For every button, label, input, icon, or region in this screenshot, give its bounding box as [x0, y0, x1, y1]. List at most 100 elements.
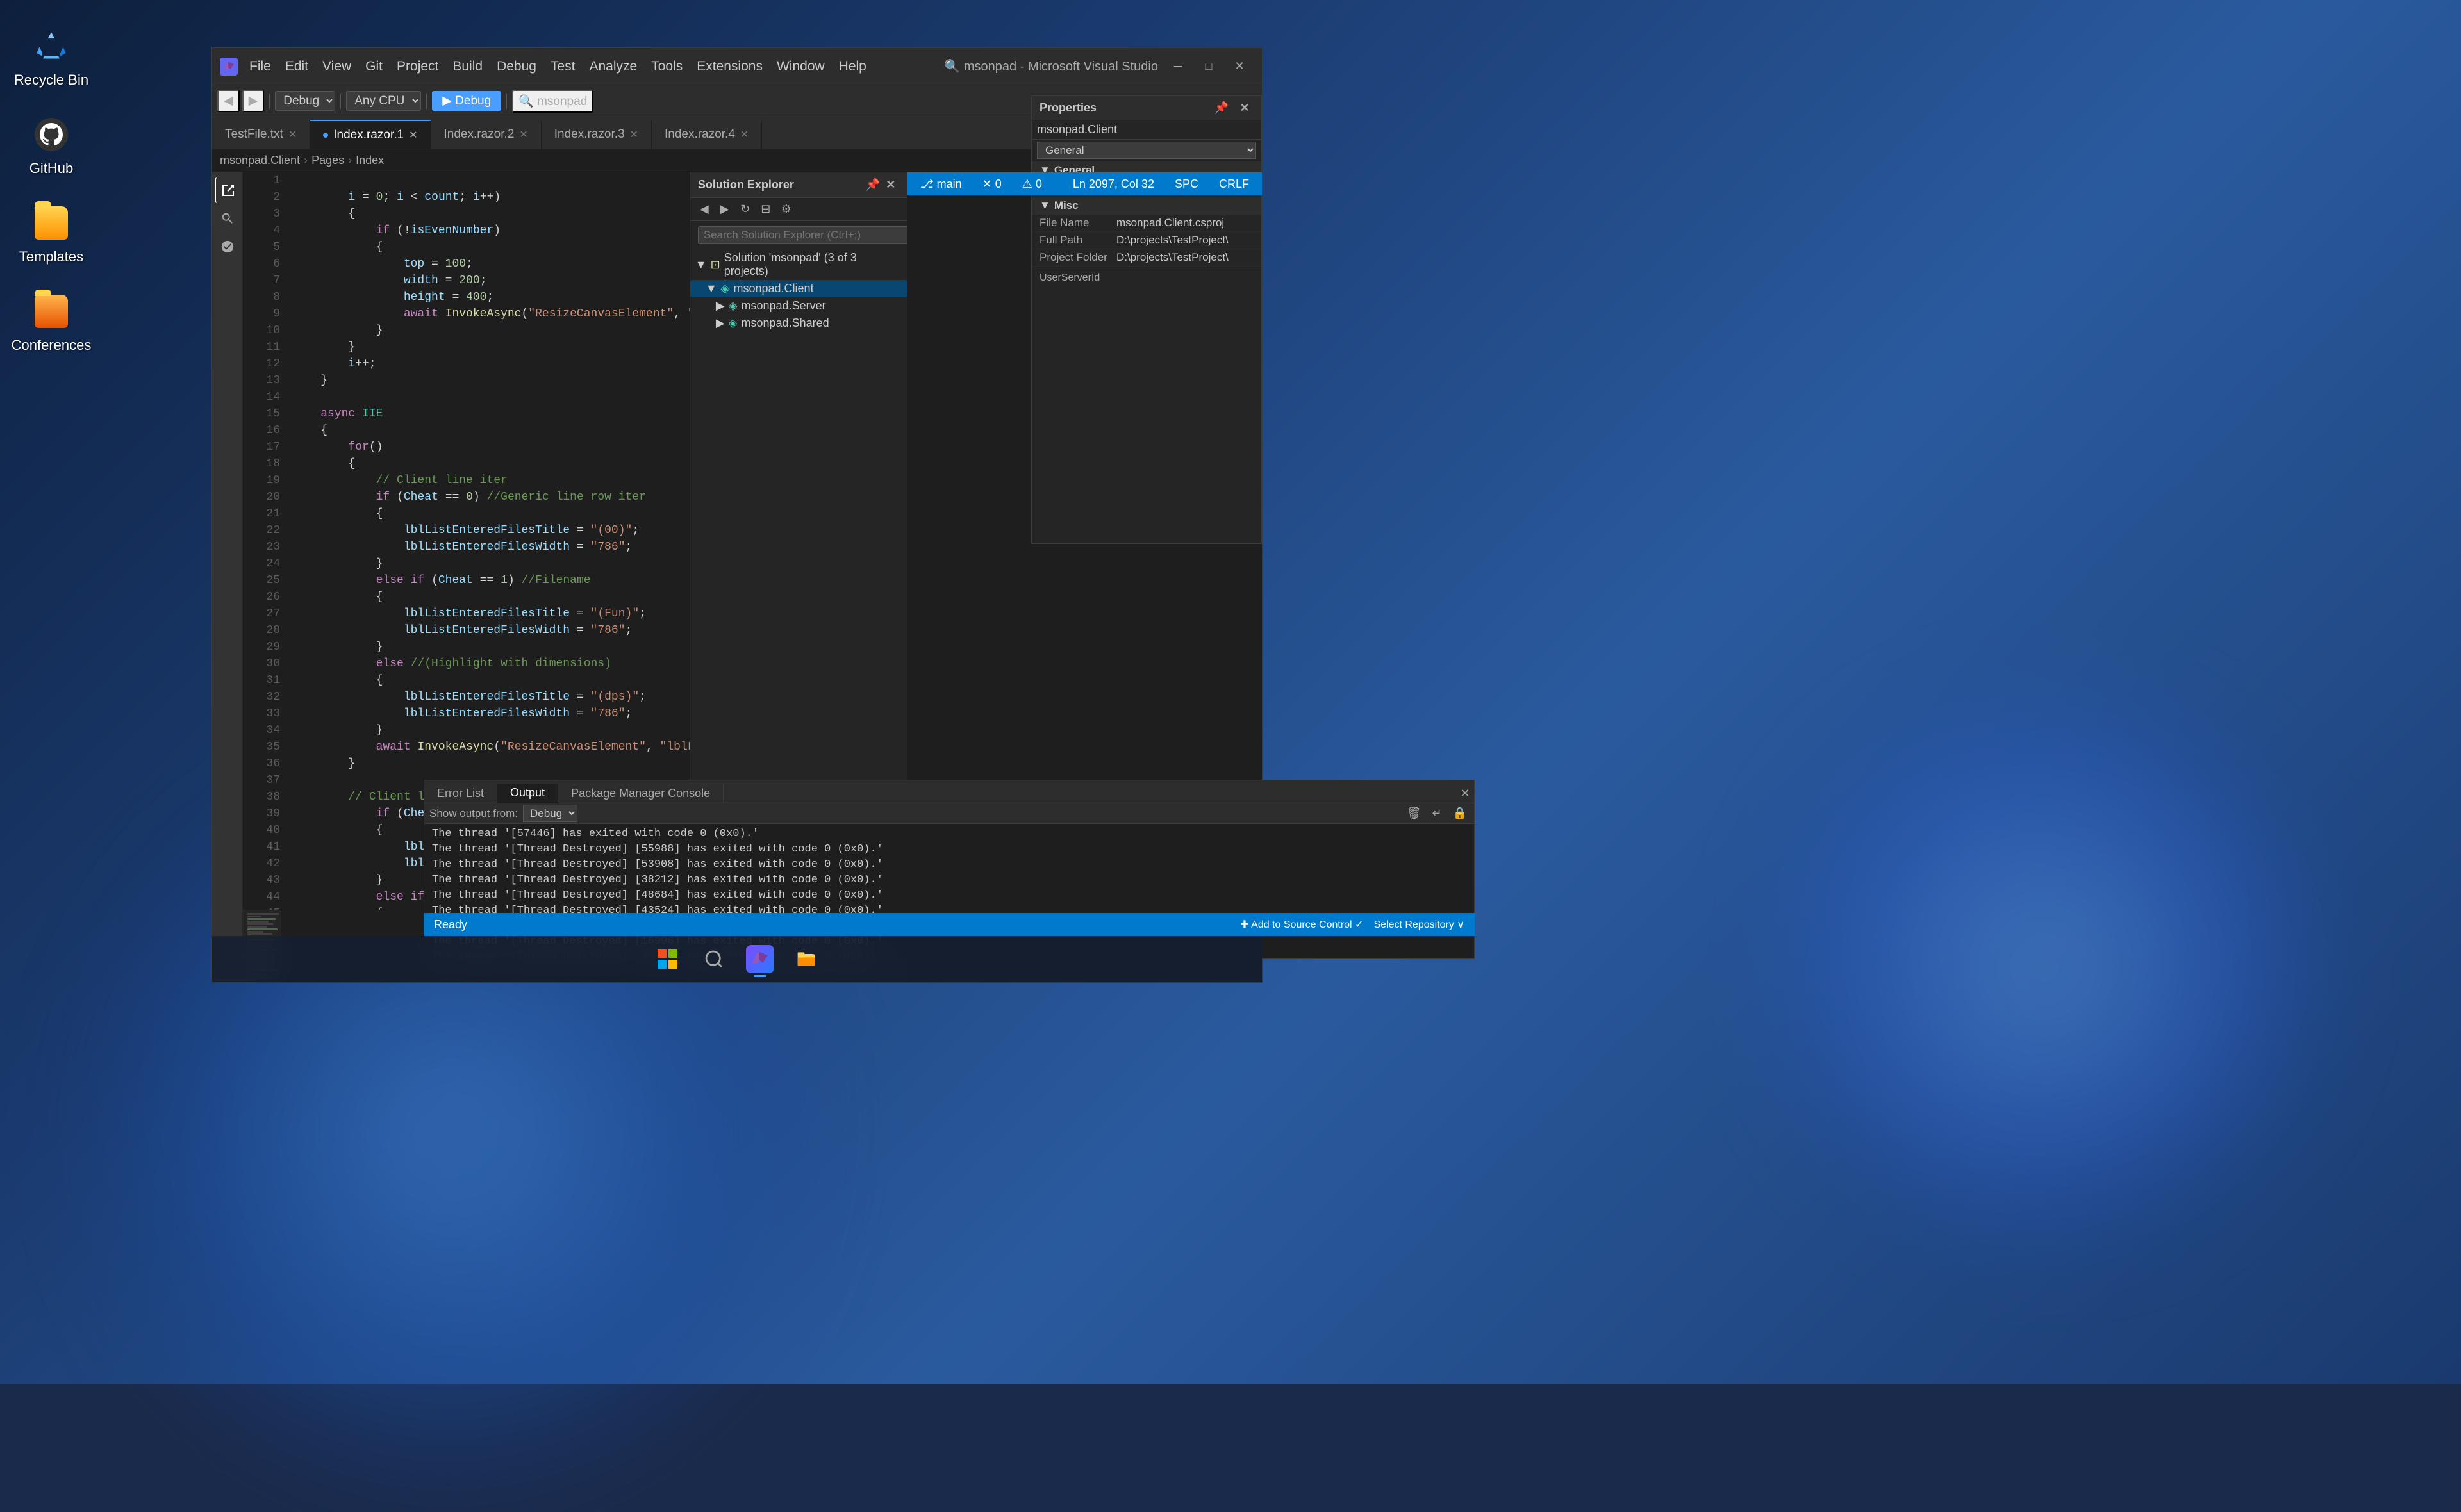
- tab-index-razor-4-label: Index.razor.4: [665, 127, 735, 142]
- output-line-2: The thread '[Thread Destroyed] [53908] h…: [432, 857, 1466, 873]
- sol-collapse-btn[interactable]: ⊟: [757, 201, 775, 218]
- shared-project-name: msonpad.Shared: [742, 316, 829, 330]
- solution-explorer-pin[interactable]: 📌: [864, 176, 882, 194]
- output-tab-errorlist[interactable]: Error List: [424, 784, 497, 803]
- output-lock-btn[interactable]: 🔒: [1451, 805, 1469, 823]
- bottom-status-ready: Ready: [429, 917, 472, 933]
- solution-explorer-close[interactable]: ✕: [882, 176, 900, 194]
- activity-bar: [212, 172, 243, 982]
- properties-close[interactable]: ✕: [1236, 99, 1254, 117]
- minimize-button[interactable]: ─: [1163, 56, 1193, 77]
- project-server[interactable]: ▶ ◈ msonpad.Server: [690, 297, 907, 315]
- breadcrumb-item-3[interactable]: Index: [356, 154, 384, 167]
- tab-testfile-close[interactable]: ✕: [288, 128, 297, 141]
- background-blob-2: [1756, 679, 2333, 1256]
- taskbar-explorer[interactable]: [786, 939, 827, 980]
- title-search[interactable]: 🔍 msonpad - Microsoft Visual Studio: [944, 58, 1158, 74]
- output-toolbar: Show output from: Debug 🗑 ↵ 🔒: [424, 803, 1474, 824]
- properties-dropdown[interactable]: General: [1037, 142, 1256, 159]
- github-icon: [31, 114, 72, 155]
- menu-help[interactable]: Help: [833, 56, 873, 77]
- sol-settings-btn[interactable]: ⚙: [777, 201, 795, 218]
- breadcrumb-item-1[interactable]: msonpad.Client: [220, 154, 300, 167]
- close-button[interactable]: ✕: [1225, 56, 1254, 77]
- bottom-status-source-control[interactable]: ✚ Add to Source Control ✓: [1235, 917, 1368, 932]
- tab-index-razor-1-close[interactable]: ✕: [409, 129, 417, 142]
- solution-search-container: [690, 221, 907, 249]
- tab-index-razor-2[interactable]: Index.razor.2 ✕: [431, 120, 541, 149]
- activity-explorer[interactable]: [215, 177, 240, 203]
- status-errors[interactable]: ✕ 0: [977, 176, 1007, 192]
- output-panel-tabs: Error List Output Package Manager Consol…: [424, 780, 1474, 803]
- menu-build[interactable]: Build: [446, 56, 489, 77]
- output-clear-btn[interactable]: 🗑: [1405, 805, 1423, 823]
- bottom-status-select-repo[interactable]: Select Repository ∨: [1368, 917, 1470, 932]
- tab-dot-1: [323, 133, 328, 138]
- taskbar-search[interactable]: [693, 939, 734, 980]
- solution-search-input[interactable]: [698, 226, 907, 244]
- vs-logo-icon: [220, 58, 238, 76]
- menu-edit[interactable]: Edit: [279, 56, 315, 77]
- desktop-icon-conferences[interactable]: Conferences: [13, 291, 90, 354]
- menu-window[interactable]: Window: [770, 56, 831, 77]
- tab-index-razor-3-close[interactable]: ✕: [630, 128, 638, 141]
- menu-debug[interactable]: Debug: [490, 56, 543, 77]
- server-expand-icon: ▶: [716, 299, 725, 313]
- project-shared[interactable]: ▶ ◈ msonpad.Shared: [690, 315, 907, 332]
- sol-back-btn[interactable]: ◀: [695, 201, 713, 218]
- toolbar-search-btn[interactable]: 🔍 msonpad: [512, 90, 593, 113]
- menu-file[interactable]: File: [243, 56, 278, 77]
- toolbar-back-btn[interactable]: ◀: [217, 90, 240, 112]
- output-tab-output[interactable]: Output: [497, 784, 558, 803]
- vs-taskbar-icon: [746, 945, 774, 973]
- menu-analyze[interactable]: Analyze: [583, 56, 643, 77]
- toolbar-separator-2: [340, 94, 341, 109]
- maximize-button[interactable]: □: [1194, 56, 1223, 77]
- tab-testfile-label: TestFile.txt: [225, 127, 283, 142]
- config-dropdown[interactable]: Debug: [275, 91, 335, 111]
- debug-icon: ▶: [442, 94, 452, 108]
- output-line-0: The thread '[57446] has exited with code…: [432, 826, 1466, 842]
- desktop-icon-github[interactable]: GitHub: [13, 114, 90, 177]
- taskbar-vs[interactable]: [740, 939, 781, 980]
- status-line-ending[interactable]: CRLF: [1214, 176, 1254, 192]
- tab-index-razor-2-label: Index.razor.2: [443, 127, 514, 142]
- output-tab-pkgmanager[interactable]: Package Manager Console: [558, 784, 724, 803]
- tab-index-razor-2-close[interactable]: ✕: [519, 128, 527, 141]
- status-branch[interactable]: ⎇ main: [915, 176, 967, 192]
- activity-search[interactable]: [215, 206, 240, 231]
- output-source-dropdown[interactable]: Debug: [523, 805, 577, 822]
- status-cursor[interactable]: Ln 2097, Col 32: [1068, 176, 1159, 192]
- sol-forward-btn[interactable]: ▶: [716, 201, 734, 218]
- menu-view[interactable]: View: [316, 56, 358, 77]
- menu-extensions[interactable]: Extensions: [690, 56, 769, 77]
- solution-root[interactable]: ▼ ⊡ Solution 'msonpad' (3 of 3 projects): [690, 249, 907, 280]
- output-close-btn[interactable]: ✕: [1456, 785, 1474, 803]
- desktop-icon-templates[interactable]: Templates: [13, 202, 90, 265]
- properties-component: msonpad.Client: [1032, 120, 1261, 140]
- menu-test[interactable]: Test: [544, 56, 582, 77]
- tab-index-razor-4-close[interactable]: ✕: [740, 128, 749, 141]
- status-encoding[interactable]: SPC: [1170, 176, 1204, 192]
- prop-row-projectfolder: Project Folder D:\projects\TestProject\: [1032, 249, 1261, 267]
- tab-testfile[interactable]: TestFile.txt ✕: [212, 120, 310, 149]
- start-debug-button[interactable]: ▶ Debug: [432, 91, 501, 111]
- tab-index-razor-4[interactable]: Index.razor.4 ✕: [652, 120, 762, 149]
- properties-pin[interactable]: 📌: [1213, 99, 1230, 117]
- tab-index-razor-1[interactable]: Index.razor.1 ✕: [310, 120, 431, 149]
- prop-row-filename: File Name msonpad.Client.csproj: [1032, 215, 1261, 232]
- tab-index-razor-3[interactable]: Index.razor.3 ✕: [542, 120, 652, 149]
- activity-git[interactable]: [215, 234, 240, 259]
- platform-dropdown[interactable]: Any CPU: [346, 91, 421, 111]
- taskbar-start[interactable]: [647, 939, 688, 980]
- menu-project[interactable]: Project: [390, 56, 445, 77]
- menu-tools[interactable]: Tools: [645, 56, 689, 77]
- output-wrap-btn[interactable]: ↵: [1428, 805, 1446, 823]
- desktop-icon-recycle-bin[interactable]: Recycle Bin: [13, 26, 90, 88]
- breadcrumb-item-2[interactable]: Pages: [311, 154, 344, 167]
- sol-refresh-btn[interactable]: ↻: [736, 201, 754, 218]
- status-warnings[interactable]: ⚠ 0: [1017, 176, 1047, 192]
- project-client[interactable]: ▼ ◈ msonpad.Client: [690, 280, 907, 297]
- menu-git[interactable]: Git: [359, 56, 389, 77]
- toolbar-forward-btn[interactable]: ▶: [242, 90, 265, 112]
